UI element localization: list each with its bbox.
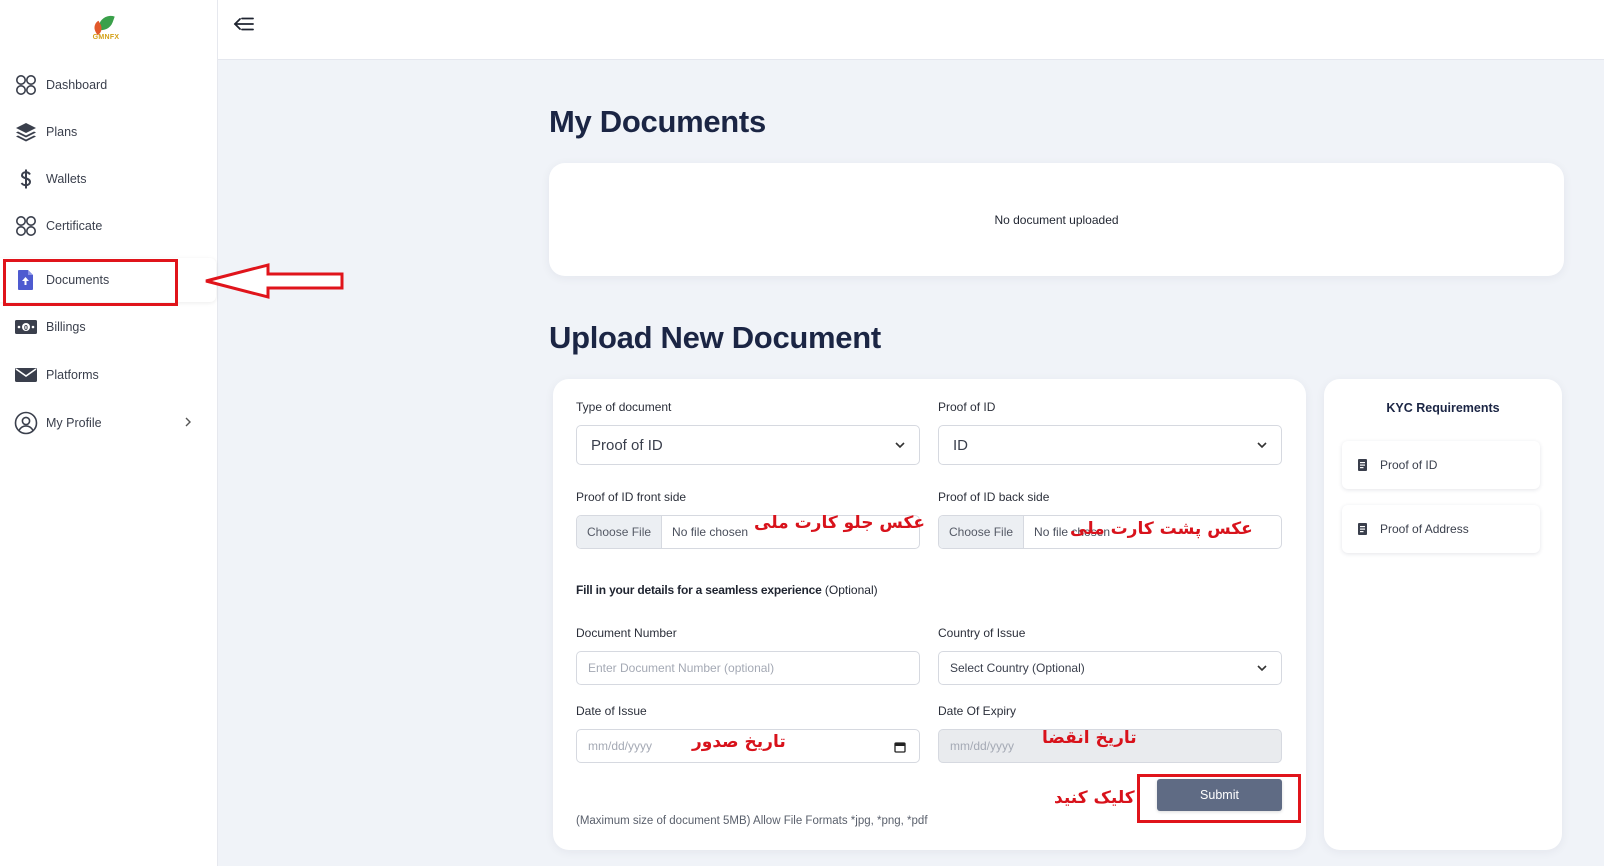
choose-file-button[interactable]: Choose File [577,516,663,548]
details-note: Fill in your details for a seamless expe… [576,583,878,597]
country-value: Select Country (Optional) [950,661,1085,675]
kyc-title: KYC Requirements [1386,401,1500,415]
kyc-item-proof-of-id[interactable]: Proof of ID [1342,441,1540,489]
arrow-left-icon[interactable] [232,12,256,36]
proof-of-id-label: Proof of ID [938,400,996,414]
sidebar-item-dashboard[interactable]: Dashboard [0,63,216,107]
kyc-item-proof-of-address[interactable]: Proof of Address [1342,505,1540,553]
top-bar [218,0,1604,60]
sidebar-item-label: Documents [46,273,110,287]
empty-state-text: No document uploaded [994,213,1119,227]
document-icon [1356,522,1370,536]
sidebar-item-label: Wallets [46,172,87,186]
sidebar-item-label: Billings [46,320,86,334]
document-type-select[interactable]: Proof of ID [576,425,920,465]
expiry-date-label: Date Of Expiry [938,704,1017,718]
kyc-item-label: Proof of ID [1380,458,1438,472]
chevron-down-icon [1255,438,1269,452]
annotation-issue-date: تاریخ صدور [692,732,786,752]
document-type-value: Proof of ID [591,436,663,454]
logo-text: GMNFX [92,34,120,41]
choose-file-button[interactable]: Choose File [939,516,1025,548]
banknote-icon: 0 [14,315,38,339]
grid-icon [14,73,38,97]
grid-icon [14,214,38,238]
sidebar-item-wallets[interactable]: Wallets [0,157,216,201]
file-size-note: (Maximum size of document 5MB) Allow Fil… [576,815,928,827]
chevron-down-icon [893,438,907,452]
chevron-down-icon [1255,661,1269,675]
kyc-requirements-card: KYC Requirements Proof of ID Proof of Ad… [1324,379,1562,850]
chevron-right-icon[interactable] [184,415,192,430]
proof-of-id-select[interactable]: ID [938,425,1282,465]
kyc-item-label: Proof of Address [1380,522,1469,536]
brand-logo[interactable]: GMNFX [90,12,122,44]
annotation-back-photo: عکس پشت کارت ملی [1070,519,1253,539]
dollar-icon [14,167,38,191]
file-upload-icon [14,268,38,292]
annotation-front-photo: عکس جلو کارت ملی [754,513,925,533]
layers-icon [14,120,38,144]
sidebar-item-plans[interactable]: Plans [0,110,216,154]
sidebar-item-label: My Profile [46,416,102,430]
sidebar-item-my-profile[interactable]: My Profile [0,401,216,445]
calendar-icon[interactable] [894,740,906,753]
document-type-label: Type of document [576,400,672,414]
document-number-label: Document Number [576,626,677,640]
user-circle-icon [14,411,38,435]
annotation-expiry-date: تاریخ انقضا [1042,728,1137,748]
document-number-input[interactable] [576,651,920,685]
sidebar-item-label: Certificate [46,219,103,233]
country-select[interactable]: Select Country (Optional) [938,651,1282,685]
sidebar: GMNFX Dashboard Plans Wallets Certificat… [0,0,218,866]
no-file-text: No file chosen [672,525,749,539]
svg-text:0: 0 [24,325,28,332]
sidebar-item-label: Dashboard [46,78,108,92]
document-icon [1356,458,1370,472]
upload-section-title: Upload New Document [549,320,881,355]
annotation-arrow-icon [205,263,344,299]
annotation-click-here: کلیک کنید [1054,788,1135,808]
page-title: My Documents [549,104,766,139]
issue-date-label: Date of Issue [576,704,647,718]
submit-button[interactable]: Submit [1157,779,1282,811]
sidebar-item-label: Platforms [46,368,99,382]
back-side-label: Proof of ID back side [938,490,1050,504]
sidebar-item-label: Plans [46,125,78,139]
country-label: Country of Issue [938,626,1026,640]
details-note-optional: (Optional) [824,583,878,597]
documents-list-card: No document uploaded [549,163,1564,276]
sidebar-item-documents[interactable]: Documents [0,258,216,302]
mail-icon [14,363,38,387]
sidebar-item-billings[interactable]: 0 Billings [0,305,216,349]
details-note-bold: Fill in your details for a seamless expe… [576,583,822,597]
front-side-label: Proof of ID front side [576,490,687,504]
sidebar-item-platforms[interactable]: Platforms [0,353,216,397]
sidebar-item-certificate[interactable]: Certificate [0,204,216,248]
proof-of-id-value: ID [953,436,968,454]
